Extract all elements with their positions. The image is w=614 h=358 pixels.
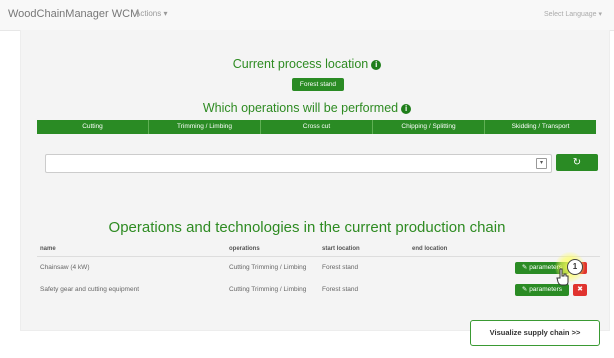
refresh-icon: ↻ <box>572 157 582 168</box>
operation-chipping-splitting[interactable]: Chipping / Splitting <box>373 120 485 134</box>
info-icon[interactable]: i <box>401 104 412 114</box>
column-header-end-location: end location <box>412 246 448 252</box>
operation-skidding-transport[interactable]: Skidding / Transport <box>485 120 596 134</box>
row-name: Safety gear and cutting equipment <box>40 286 140 293</box>
app-brand[interactable]: WoodChainManager WCM <box>8 8 139 20</box>
operations-heading: Which operations will be performed i <box>0 101 614 115</box>
operation-cross-cut[interactable]: Cross cut <box>261 120 373 134</box>
refresh-button[interactable]: ↻ <box>556 154 598 171</box>
caret-down-icon: ▾ <box>163 9 168 18</box>
language-selector[interactable]: Select Language ▾ <box>544 10 602 18</box>
actions-menu-label: Actions <box>135 9 162 18</box>
operations-bar: Cutting Trimming / Limbing Cross cut Chi… <box>37 120 596 134</box>
visualize-supply-chain-button[interactable]: Visualize supply chain >> <box>470 320 600 346</box>
parameters-button-label: parameters <box>529 286 563 293</box>
row-operations: Cutting Trimming / Limbing <box>229 264 307 271</box>
row-operations: Cutting Trimming / Limbing <box>229 286 307 293</box>
row-start-location: Forest stand <box>322 264 359 271</box>
pencil-icon: ✎ <box>521 286 528 293</box>
caret-down-icon: ▾ <box>598 11 602 18</box>
process-location-title: Current process location <box>232 57 369 71</box>
table-divider <box>37 256 600 257</box>
process-location-heading: Current process location i <box>0 57 614 71</box>
column-header-operations: operations <box>229 246 260 252</box>
column-header-start-location: start location <box>322 246 360 252</box>
actions-menu[interactable]: Actions ▾ <box>135 9 167 18</box>
operation-trimming-limbing[interactable]: Trimming / Limbing <box>149 120 261 134</box>
chain-section-title: Operations and technologies in the curre… <box>108 219 506 236</box>
chevron-down-icon[interactable]: ▾ <box>536 158 547 169</box>
row-name: Chainsaw (4 kW) <box>40 264 90 271</box>
info-icon[interactable]: i <box>371 60 382 70</box>
row-start-location: Forest stand <box>322 286 359 293</box>
operations-title: Which operations will be performed <box>202 101 399 115</box>
pencil-icon: ✎ <box>521 264 528 271</box>
delete-button[interactable]: ✖ <box>573 284 587 296</box>
hand-pointer-icon <box>556 268 569 286</box>
column-header-name: name <box>40 246 56 252</box>
forest-stand-button[interactable]: Forest stand <box>292 78 344 91</box>
operation-cutting[interactable]: Cutting <box>37 120 149 134</box>
technology-select[interactable]: ▾ <box>45 154 552 173</box>
trash-icon: ✖ <box>577 286 583 293</box>
top-navbar: WoodChainManager WCM Actions ▾ Select La… <box>0 0 614 31</box>
language-selector-label: Select Language <box>543 11 597 18</box>
